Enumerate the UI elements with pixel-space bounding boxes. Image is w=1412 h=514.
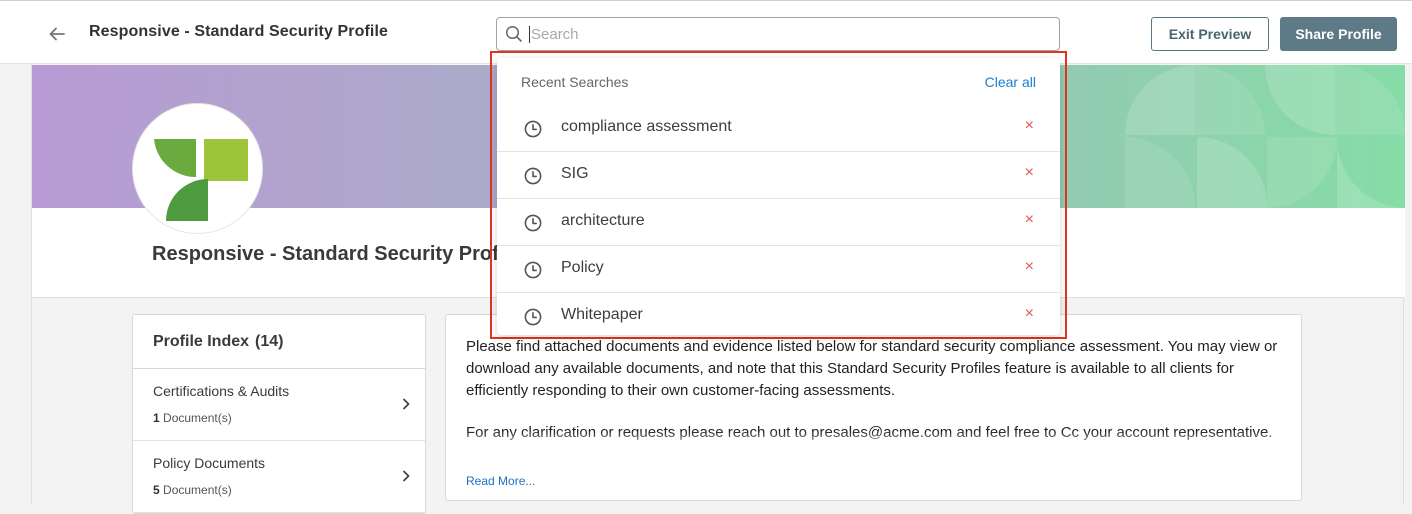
- profile-index-count: (14): [255, 332, 284, 350]
- index-item-policy-documents[interactable]: Policy Documents 5 Document(s): [133, 441, 425, 513]
- remove-icon[interactable]: ×: [1025, 305, 1034, 323]
- share-profile-button[interactable]: Share Profile: [1280, 17, 1397, 51]
- text-cursor: [529, 26, 530, 43]
- index-item-label: Certifications & Audits: [153, 383, 290, 399]
- search-input[interactable]: [531, 19, 1031, 49]
- search-icon: [497, 18, 531, 50]
- clock-icon: [524, 120, 542, 138]
- clock-icon: [524, 308, 542, 326]
- page-title: Responsive - Standard Security Profile: [89, 23, 388, 40]
- description-text: Please find attached documents and evide…: [466, 336, 1281, 452]
- recent-searches-header: Recent Searches Clear all: [497, 58, 1060, 105]
- exit-preview-button[interactable]: Exit Preview: [1151, 17, 1269, 51]
- description-paragraph: For any clarification or requests please…: [466, 424, 1273, 441]
- arrow-left-icon: [49, 27, 65, 41]
- profile-index-panel: Profile Index (14) Certifications & Audi…: [132, 314, 426, 514]
- description-paragraph: Please find attached documents and evide…: [466, 338, 1278, 399]
- remove-icon[interactable]: ×: [1025, 117, 1034, 135]
- chevron-right-icon: [403, 398, 410, 410]
- responsive-logo-icon: [153, 138, 248, 221]
- clear-all-link[interactable]: Clear all: [985, 74, 1036, 90]
- recent-search-item[interactable]: Policy ×: [497, 246, 1060, 293]
- index-item-doc-count: 1 Document(s): [153, 411, 232, 425]
- clock-icon: [524, 167, 542, 185]
- recent-search-item[interactable]: Whitepaper ×: [497, 293, 1060, 340]
- company-logo: [132, 103, 263, 234]
- index-item-certifications[interactable]: Certifications & Audits 1 Document(s): [133, 369, 425, 441]
- recent-search-item[interactable]: SIG ×: [497, 152, 1060, 199]
- remove-icon[interactable]: ×: [1025, 258, 1034, 276]
- chevron-right-icon: [403, 470, 410, 482]
- recent-searches-dropdown: Recent Searches Clear all compliance ass…: [497, 58, 1060, 335]
- recent-searches-title: Recent Searches: [521, 74, 629, 90]
- index-item-label: Policy Documents: [153, 455, 266, 471]
- index-item-doc-count: 5 Document(s): [153, 483, 232, 497]
- description-panel: Please find attached documents and evide…: [445, 314, 1302, 501]
- read-more-link[interactable]: Read More...: [466, 474, 535, 488]
- profile-index-header: Profile Index (14): [133, 315, 425, 369]
- clock-icon: [524, 261, 542, 279]
- banner-pattern: [1125, 65, 1405, 208]
- remove-icon[interactable]: ×: [1025, 211, 1034, 229]
- clock-icon: [524, 214, 542, 232]
- recent-search-item[interactable]: compliance assessment ×: [497, 105, 1060, 152]
- recent-search-item[interactable]: architecture ×: [497, 199, 1060, 246]
- remove-icon[interactable]: ×: [1025, 164, 1034, 182]
- search-box[interactable]: [496, 17, 1060, 51]
- profile-index-title: Profile Index: [153, 332, 250, 350]
- recent-search-text: compliance assessment: [561, 118, 732, 135]
- back-button[interactable]: [44, 21, 70, 47]
- profile-name: Responsive - Standard Security Profile: [152, 243, 521, 265]
- recent-search-text: Whitepaper: [561, 306, 643, 323]
- recent-search-text: architecture: [561, 212, 645, 229]
- recent-search-text: SIG: [561, 165, 589, 182]
- recent-search-text: Policy: [561, 259, 604, 276]
